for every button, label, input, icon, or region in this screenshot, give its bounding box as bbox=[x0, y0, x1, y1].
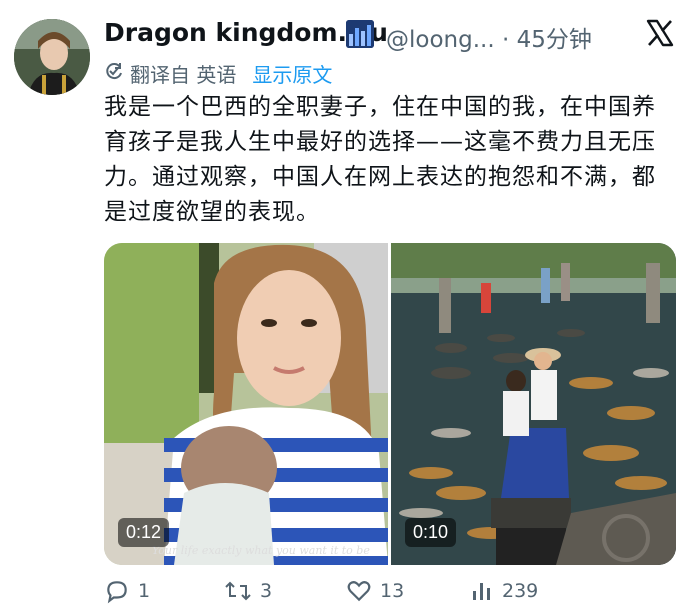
like-icon bbox=[347, 581, 371, 602]
translation-row: 翻译自 英语 显示原文 bbox=[104, 59, 332, 88]
author-handle[interactable]: @loong... bbox=[386, 27, 495, 53]
views-count: 239 bbox=[502, 580, 539, 602]
reply-button[interactable]: 1 bbox=[104, 578, 224, 604]
like-count: 13 bbox=[380, 580, 405, 602]
video-caption: Your life exactly what you want it to be bbox=[152, 544, 370, 557]
repost-button[interactable]: 3 bbox=[224, 578, 346, 604]
post-time[interactable]: 45分钟 bbox=[517, 27, 592, 53]
like-button[interactable]: 13 bbox=[346, 578, 470, 604]
video-thumbnail-1[interactable]: Your life exactly what you want it to be… bbox=[104, 243, 388, 565]
video-frame-koi-pond bbox=[391, 243, 676, 565]
repost-count: 3 bbox=[260, 580, 273, 602]
avatar[interactable] bbox=[14, 19, 90, 95]
avatar-image bbox=[14, 19, 90, 95]
views-button[interactable]: 239 bbox=[470, 579, 610, 603]
views-icon bbox=[473, 583, 490, 600]
translate-icon bbox=[104, 61, 124, 86]
verified-badge-icon bbox=[346, 20, 374, 48]
reply-icon bbox=[107, 581, 127, 604]
reply-count: 1 bbox=[138, 580, 151, 602]
author-meta: @loong... · 45分钟 bbox=[386, 20, 592, 54]
video-duration: 0:10 bbox=[405, 518, 457, 547]
action-bar: 1 3 13 239 bbox=[104, 578, 676, 604]
separator: · bbox=[501, 27, 510, 53]
media-grid: Your life exactly what you want it to be… bbox=[104, 243, 676, 565]
x-logo-icon[interactable] bbox=[645, 18, 675, 48]
repost-icon bbox=[225, 581, 251, 601]
video-frame-mother-baby bbox=[104, 243, 388, 565]
video-duration: 0:12 bbox=[118, 518, 170, 547]
show-original-link[interactable]: 显示原文 bbox=[252, 59, 332, 88]
translation-label: 翻译自 英语 bbox=[130, 63, 237, 87]
video-thumbnail-2[interactable]: 0:10 bbox=[391, 243, 676, 565]
post-text: 我是一个巴西的全职妻子，住在中国的我，在中国养育孩子是我人生中最好的选择——这毫… bbox=[104, 94, 656, 225]
